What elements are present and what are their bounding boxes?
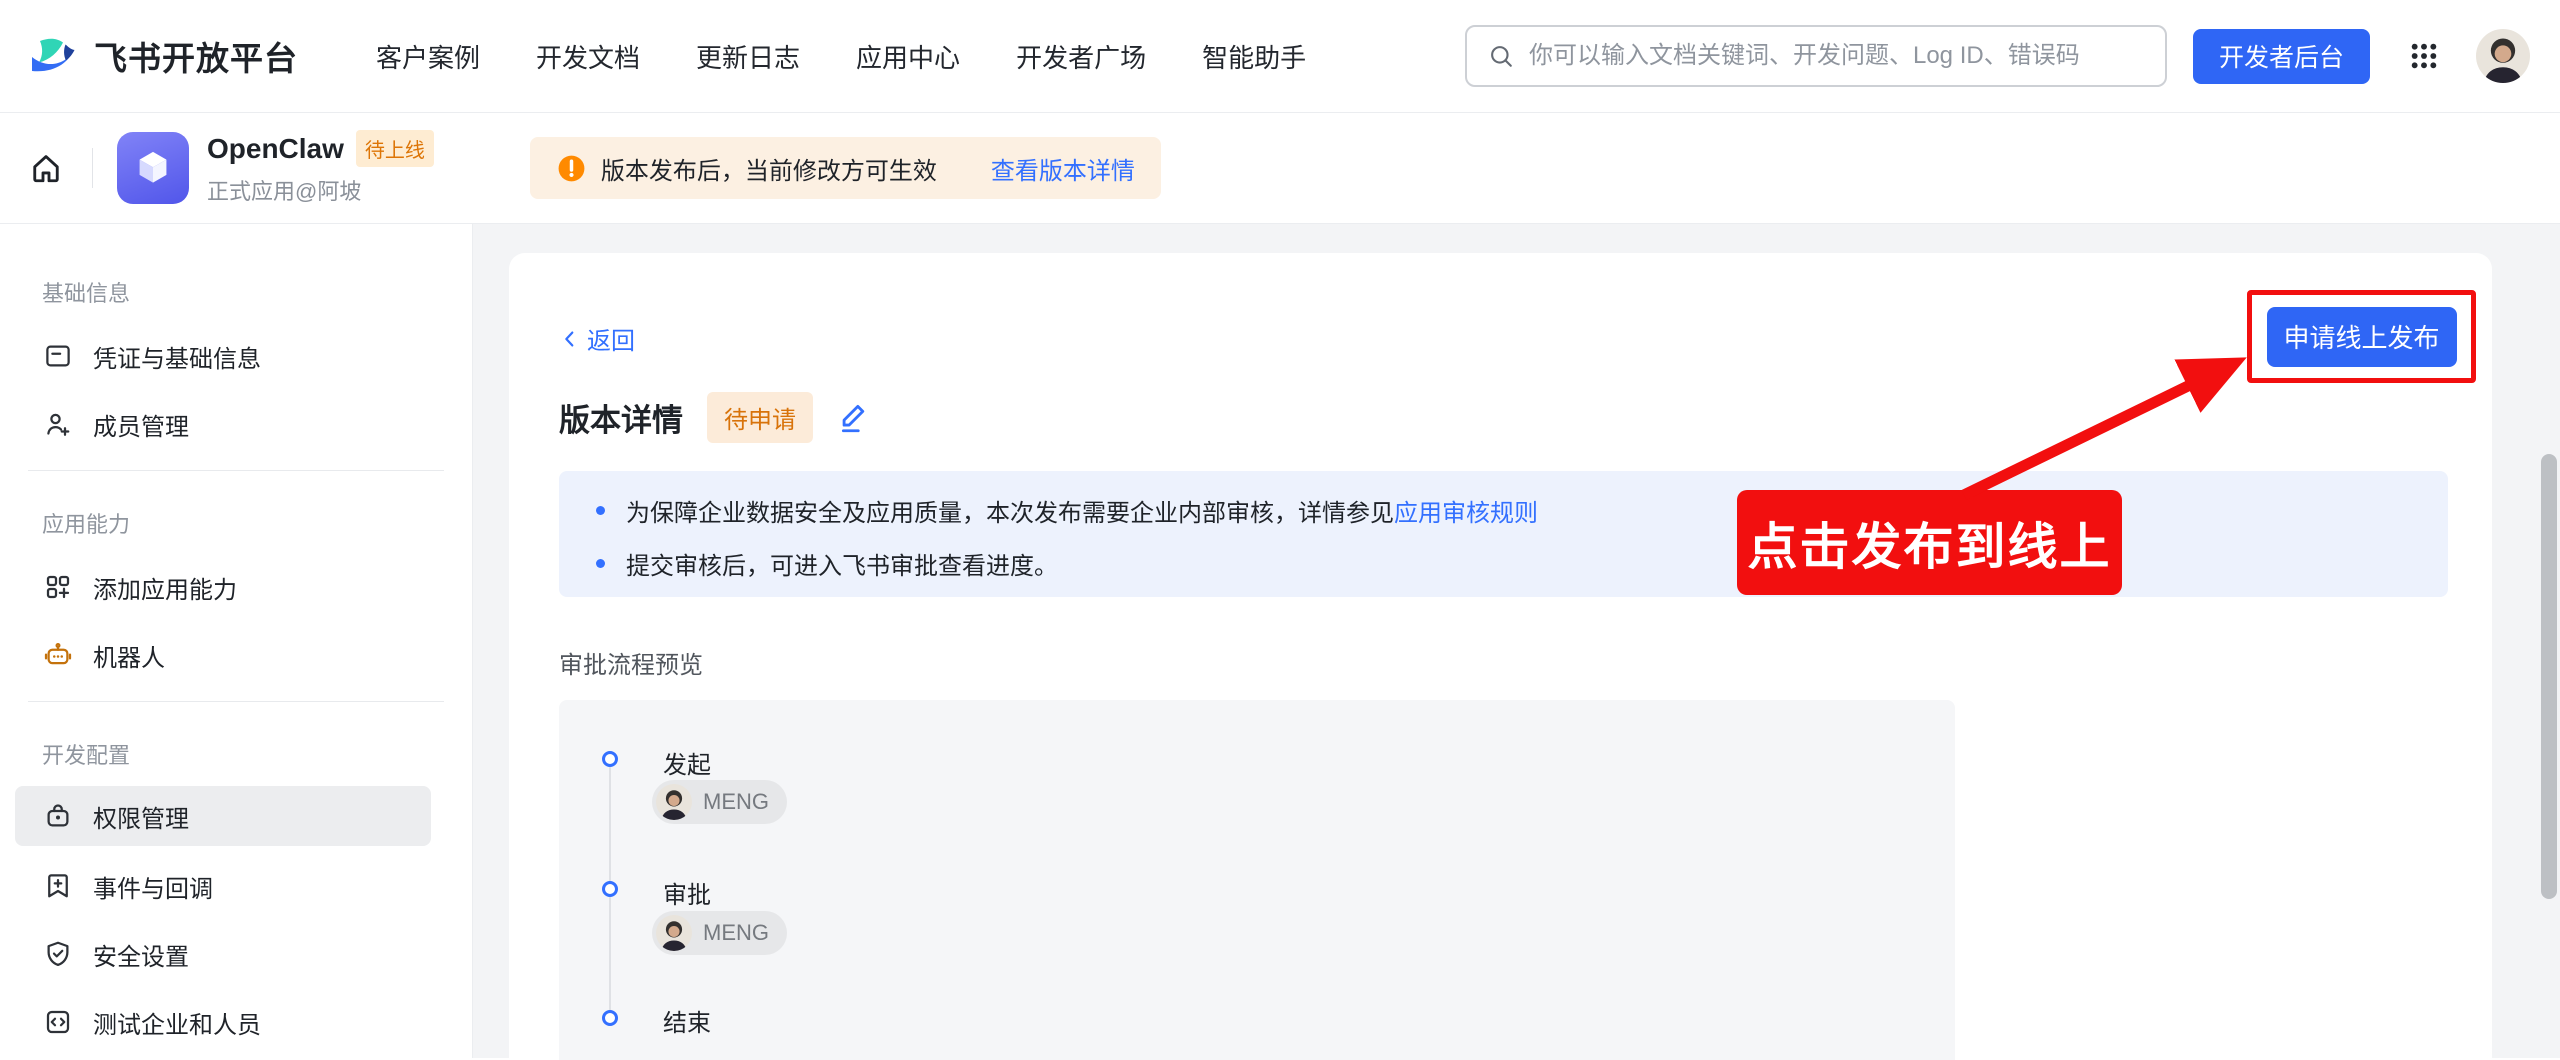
user-avatar[interactable]: [2476, 29, 2530, 83]
sidebar-item-security[interactable]: 安全设置: [0, 922, 472, 986]
sidebar-item-permissions[interactable]: 权限管理: [15, 786, 431, 846]
sidebar-item-label: 成员管理: [93, 407, 189, 442]
warning-icon: [556, 153, 587, 184]
grid-add-icon: [43, 572, 73, 602]
nav-item-changelog[interactable]: 更新日志: [696, 38, 800, 75]
nav-item-cases[interactable]: 客户案例: [376, 38, 480, 75]
app-meta: OpenClaw 待上线 正式应用@阿坡: [207, 130, 434, 206]
sidebar-item-label: 安全设置: [93, 937, 189, 972]
home-icon: [28, 150, 64, 186]
request-online-release-button[interactable]: 申请线上发布: [2267, 307, 2457, 367]
divider: [28, 701, 444, 702]
approval-flow-panel: 发起 MENG 审批 MENG 结束: [559, 700, 1955, 1060]
apps-grid-icon[interactable]: [2408, 40, 2440, 72]
sidebar-item-label: 机器人: [93, 638, 165, 673]
sidebar-item-members[interactable]: 成员管理: [0, 392, 472, 456]
view-version-detail-link[interactable]: 查看版本详情: [991, 151, 1135, 186]
sidebar-item-label: 测试企业和人员: [93, 1005, 261, 1040]
bookmark-plus-icon: [43, 871, 73, 901]
review-rules-link[interactable]: 应用审核规则: [1394, 493, 1538, 528]
sidebar-item-test-enterprise[interactable]: 测试企业和人员: [0, 990, 472, 1054]
page-title: 版本详情: [559, 395, 683, 440]
timeline-node: [602, 1010, 618, 1026]
app-subtitle: 正式应用@阿坡: [207, 174, 434, 206]
cube-icon: [130, 145, 176, 191]
nav-item-dev-square[interactable]: 开发者广场: [1016, 38, 1146, 75]
sidebar-item-credentials[interactable]: 凭证与基础信息: [0, 324, 472, 388]
nav-item-app-center[interactable]: 应用中心: [856, 38, 960, 75]
info-text: 为保障企业数据安全及应用质量，本次发布需要企业内部审核，详情参见: [626, 493, 1394, 528]
flow-step-label: 发起: [663, 745, 711, 780]
sidebar-item-label: 凭证与基础信息: [93, 339, 261, 374]
sidebar-section-dev-config: 开发配置: [42, 738, 472, 770]
credential-card-icon: [43, 341, 73, 371]
feishu-logo[interactable]: 飞书开放平台: [30, 32, 298, 80]
annotation-highlight-frame: 申请线上发布: [2247, 290, 2476, 383]
main-content: 返回 版本详情 待申请 为保障企业数据安全及应用质量，本次发布需要企业内部审核，…: [473, 224, 2560, 1058]
assignee-avatar: [656, 915, 692, 951]
title-row: 版本详情 待申请: [559, 392, 2448, 443]
notice-text: 版本发布后，当前修改方可生效: [601, 151, 937, 186]
sidebar-item-bot[interactable]: 机器人: [0, 623, 472, 687]
person-add-icon: [43, 409, 73, 439]
bullet-dot: [596, 506, 605, 515]
sidebar-section-basic-info: 基础信息: [42, 276, 472, 308]
annotation-label: 点击发布到线上: [1737, 490, 2122, 595]
app-name: OpenClaw: [207, 133, 344, 165]
top-navigation-bar: 飞书开放平台 客户案例 开发文档 更新日志 应用中心 开发者广场 智能助手 开发…: [0, 0, 2560, 113]
app-icon[interactable]: [117, 132, 189, 204]
timeline-node: [602, 881, 618, 897]
logo-text: 飞书开放平台: [94, 32, 298, 80]
sidebar-item-label: 权限管理: [93, 799, 189, 834]
sidebar-item-label: 事件与回调: [93, 869, 213, 904]
back-link[interactable]: 返回: [559, 321, 635, 356]
feishu-logo-icon: [30, 36, 82, 76]
scrollbar[interactable]: [2541, 454, 2557, 899]
search-icon: [1487, 42, 1515, 70]
sidebar-item-events-callbacks[interactable]: 事件与回调: [0, 854, 472, 918]
sidebar: 基础信息 凭证与基础信息 成员管理 应用能力 添加应用能力: [0, 224, 473, 1058]
assignee-avatar: [656, 784, 692, 820]
primary-nav: 客户案例 开发文档 更新日志 应用中心 开发者广场 智能助手: [376, 38, 1306, 75]
info-text: 提交审核后，可进入飞书审批查看进度。: [626, 546, 1058, 581]
page-body: 基础信息 凭证与基础信息 成员管理 应用能力 添加应用能力: [0, 224, 2560, 1058]
flow-step-label: 结束: [663, 1003, 711, 1038]
flow-step-label: 审批: [663, 875, 711, 910]
app-header-bar: OpenClaw 待上线 正式应用@阿坡 版本发布后，当前修改方可生效 查看版本…: [0, 113, 2560, 224]
review-info-box: 为保障企业数据安全及应用质量，本次发布需要企业内部审核，详情参见应用审核规则 提…: [559, 471, 2448, 597]
version-detail-card: 返回 版本详情 待申请 为保障企业数据安全及应用质量，本次发布需要企业内部审核，…: [509, 253, 2492, 1058]
developer-console-button[interactable]: 开发者后台: [2193, 29, 2370, 84]
info-bullet: 提交审核后，可进入飞书审批查看进度。: [596, 547, 2448, 579]
code-square-icon: [43, 1007, 73, 1037]
timeline-node: [602, 751, 618, 767]
sidebar-item-add-capability[interactable]: 添加应用能力: [0, 555, 472, 619]
version-notice-banner: 版本发布后，当前修改方可生效 查看版本详情: [530, 137, 1161, 199]
info-bullet: 为保障企业数据安全及应用质量，本次发布需要企业内部审核，详情参见应用审核规则: [596, 494, 2448, 526]
back-label: 返回: [587, 321, 635, 356]
lock-icon: [43, 801, 73, 831]
app-status-badge: 待上线: [356, 130, 434, 167]
status-badge: 待申请: [707, 392, 813, 443]
divider: [28, 470, 444, 471]
assignee-name: MENG: [703, 789, 769, 815]
sidebar-item-label: 添加应用能力: [93, 570, 237, 605]
shield-check-icon: [43, 939, 73, 969]
nav-item-assistant[interactable]: 智能助手: [1202, 38, 1306, 75]
divider: [92, 148, 93, 188]
assignee-name: MENG: [703, 920, 769, 946]
nav-item-docs[interactable]: 开发文档: [536, 38, 640, 75]
approval-flow-title: 审批流程预览: [559, 645, 2448, 680]
edit-pencil-icon[interactable]: [837, 401, 871, 435]
chevron-left-icon: [559, 328, 581, 350]
home-button[interactable]: [28, 148, 68, 188]
assignee-chip[interactable]: MENG: [652, 780, 787, 824]
global-search[interactable]: [1465, 25, 2167, 87]
bullet-dot: [596, 559, 605, 568]
assignee-chip[interactable]: MENG: [652, 911, 787, 955]
robot-icon: [43, 640, 73, 670]
sidebar-section-capabilities: 应用能力: [42, 507, 472, 539]
search-input[interactable]: [1529, 42, 2145, 70]
